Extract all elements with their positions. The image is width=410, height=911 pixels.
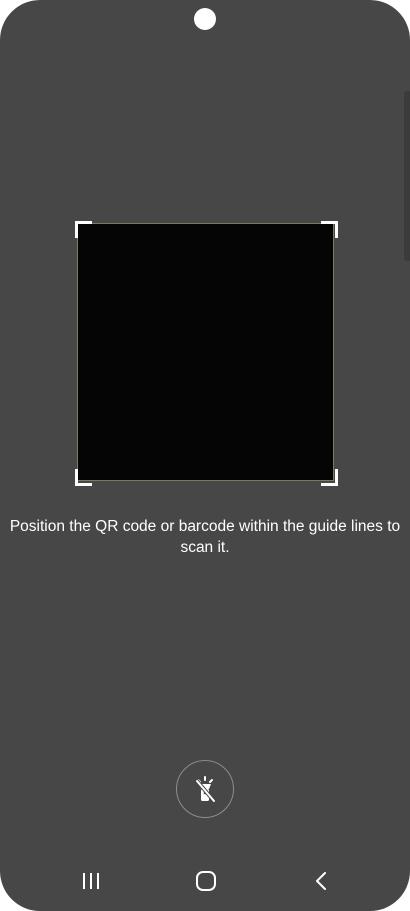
- flashlight-toggle-button[interactable]: [176, 760, 234, 818]
- camera-viewfinder: [77, 223, 334, 481]
- guide-corner-top-left: [75, 221, 92, 238]
- recent-apps-button[interactable]: [71, 866, 111, 900]
- qr-scanner-screen: Position the QR code or barcode within t…: [0, 0, 410, 911]
- guide-corner-bottom-right: [321, 469, 338, 486]
- back-icon: [314, 871, 328, 896]
- guide-corner-top-right: [321, 221, 338, 238]
- scan-instruction-text: Position the QR code or barcode within t…: [9, 518, 401, 556]
- flashlight-off-icon: [188, 772, 222, 806]
- recent-apps-icon: [81, 872, 101, 895]
- back-button[interactable]: [301, 866, 341, 900]
- guide-corner-bottom-left: [75, 469, 92, 486]
- side-edge-handle: [404, 91, 410, 261]
- system-navigation-bar: [0, 856, 410, 911]
- front-camera-cutout: [194, 8, 216, 30]
- home-icon: [195, 870, 217, 897]
- home-button[interactable]: [186, 866, 226, 900]
